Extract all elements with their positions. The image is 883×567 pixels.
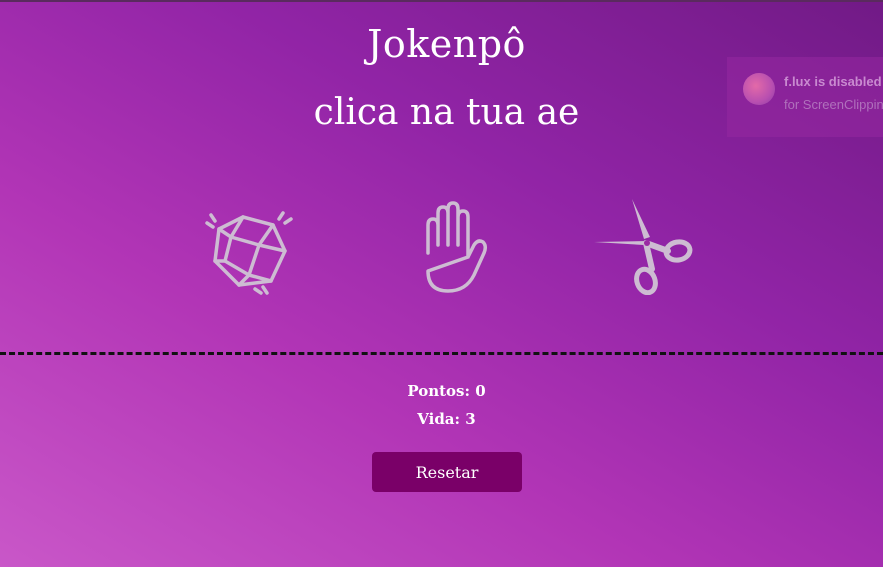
- reset-button[interactable]: Resetar: [372, 452, 522, 492]
- section-divider: [0, 352, 883, 355]
- rock-crystal-icon: [205, 211, 293, 295]
- choice-paper-button[interactable]: [397, 190, 507, 300]
- notification-subtitle: for ScreenClipping: [784, 97, 883, 112]
- lives-display: Vida: 3: [417, 410, 476, 428]
- window-top-border: [0, 0, 883, 2]
- scissors-icon: [594, 199, 693, 295]
- notification-title: f.lux is disabled: [784, 74, 882, 89]
- choice-row: [0, 190, 883, 300]
- flux-app-icon: [743, 73, 775, 105]
- choice-scissors-button[interactable]: [592, 190, 702, 300]
- notification-toast[interactable]: f.lux is disabled for ScreenClipping: [727, 57, 883, 137]
- score-display: Pontos: 0: [407, 382, 486, 400]
- open-hand-icon: [426, 201, 488, 293]
- choice-rock-button[interactable]: [192, 190, 302, 300]
